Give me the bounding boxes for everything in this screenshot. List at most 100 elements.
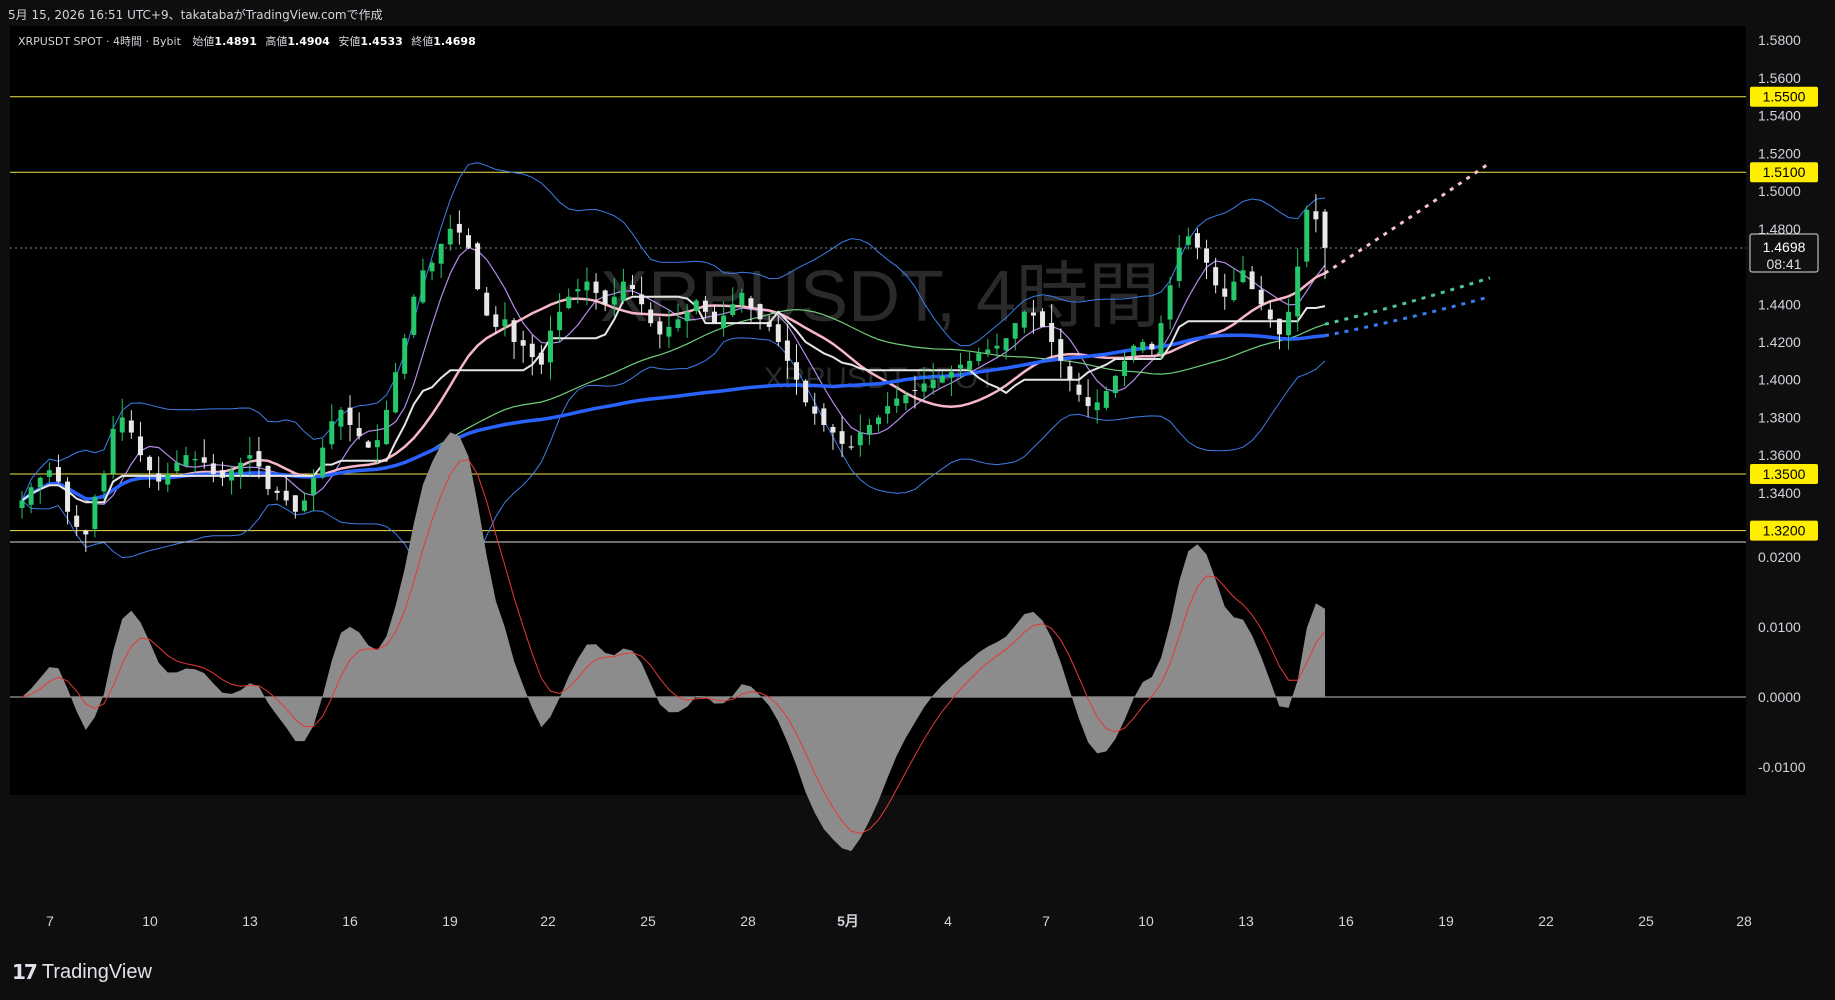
price-tick-label: 1.4400 — [1758, 296, 1801, 312]
price-tick-label: 1.3800 — [1758, 409, 1801, 425]
candle-body — [493, 314, 499, 327]
candle-body — [730, 304, 736, 315]
legend-low-value: 1.4533 — [360, 35, 402, 48]
time-tick-label: 7 — [1042, 913, 1050, 929]
time-tick-label: 25 — [1638, 913, 1654, 929]
candle-body — [1012, 323, 1018, 339]
candle-body — [484, 292, 490, 316]
candle-body — [611, 296, 617, 305]
candle-body — [1240, 270, 1246, 283]
time-tick-label: 10 — [142, 913, 158, 929]
candle-body — [119, 417, 125, 433]
candle-body — [958, 364, 964, 369]
candle-body — [1021, 311, 1027, 328]
level-tag-label: 1.3200 — [1763, 523, 1806, 539]
candle-body — [1049, 323, 1055, 342]
candle-body — [201, 457, 207, 463]
candle-body — [739, 292, 745, 306]
candle-body — [557, 311, 563, 331]
candle-body — [648, 309, 654, 324]
candle-body — [301, 500, 307, 511]
candle-body — [857, 432, 863, 446]
candle-body — [274, 490, 280, 493]
time-tick-label: 28 — [1736, 913, 1752, 929]
candle-body — [1185, 236, 1191, 245]
candle-body — [1194, 233, 1200, 248]
candle-body — [447, 228, 453, 245]
chart-canvas[interactable]: XRPUSDT, 4時間 XRPUSDT SPOT 1.58001.56001.… — [0, 26, 1835, 940]
time-tick-label: 5月 — [837, 913, 859, 929]
candle-body — [1276, 318, 1282, 335]
candle-body — [156, 473, 162, 482]
candle-body — [547, 330, 553, 363]
attribution-text: 5月 15, 2026 16:51 UTC+9、takatabaがTrading… — [8, 8, 383, 22]
level-tag-label: 1.3500 — [1763, 466, 1806, 482]
candle-body — [320, 447, 326, 477]
candle-body — [292, 495, 298, 512]
candle-body — [885, 406, 891, 414]
candle-body — [657, 321, 663, 335]
candle-body — [784, 340, 790, 361]
candle-body — [1167, 285, 1173, 320]
candle-body — [821, 408, 827, 425]
candle-body — [1231, 281, 1237, 301]
candle-body — [1076, 384, 1082, 395]
legend-high-value: 1.4904 — [287, 35, 330, 48]
candle-body — [812, 406, 818, 414]
candle-body — [903, 394, 909, 404]
candle-body — [766, 321, 772, 327]
candle-body — [210, 463, 216, 475]
candle-body — [219, 470, 225, 478]
candle-body — [83, 530, 89, 535]
candle-body — [839, 431, 845, 444]
candle-body — [757, 304, 763, 320]
time-tick-label: 4 — [944, 913, 952, 929]
candle-body — [265, 465, 271, 490]
tradingview-logo[interactable]: 17 TradingView — [12, 960, 152, 984]
candle-body — [192, 458, 198, 461]
candle-body — [165, 474, 171, 485]
candle-body — [712, 311, 718, 324]
time-tick-label: 13 — [1238, 913, 1254, 929]
candle-body — [1149, 343, 1155, 350]
candle-body — [702, 300, 708, 312]
candle-body — [429, 262, 435, 272]
time-tick-label: 10 — [1138, 913, 1154, 929]
price-tick-label: 1.5200 — [1758, 145, 1801, 161]
candle-body — [1058, 339, 1064, 361]
legend-open-label: 始値 — [192, 34, 214, 48]
candle-body — [1222, 288, 1228, 297]
candle-body — [693, 300, 699, 312]
time-tick-label: 16 — [342, 913, 358, 929]
candle-body — [110, 428, 116, 474]
candle-body — [1213, 267, 1219, 286]
candle-body — [438, 243, 444, 264]
candle-body — [1140, 341, 1146, 351]
candle-body — [620, 281, 626, 301]
candle-body — [639, 294, 645, 305]
candle-body — [584, 281, 590, 291]
osc-tick-label: -0.0100 — [1758, 759, 1806, 775]
candle-body — [666, 326, 672, 337]
candle-body — [930, 379, 936, 389]
candle-body — [976, 353, 982, 362]
tradingview-brand: TradingView — [41, 960, 152, 983]
legend-low-label: 安値 — [338, 34, 360, 48]
candle-body — [511, 320, 517, 342]
candle-body — [1158, 323, 1164, 355]
level-tag-label: 1.5500 — [1763, 89, 1806, 105]
legend-close-label: 終値 — [411, 34, 433, 48]
price-tick-label: 1.5600 — [1758, 70, 1801, 86]
candle-body — [1295, 266, 1301, 317]
candle-body — [55, 467, 61, 482]
candle-body — [238, 462, 244, 475]
price-tick-label: 1.5400 — [1758, 108, 1801, 124]
candle-body — [1204, 248, 1210, 263]
price-tick-label: 1.5000 — [1758, 183, 1801, 199]
candle-body — [939, 375, 945, 383]
price-tick-label: 1.3600 — [1758, 447, 1801, 463]
candle-body — [28, 487, 34, 505]
candle-body — [894, 398, 900, 406]
candle-body — [402, 338, 408, 374]
time-tick-label: 19 — [1438, 913, 1454, 929]
